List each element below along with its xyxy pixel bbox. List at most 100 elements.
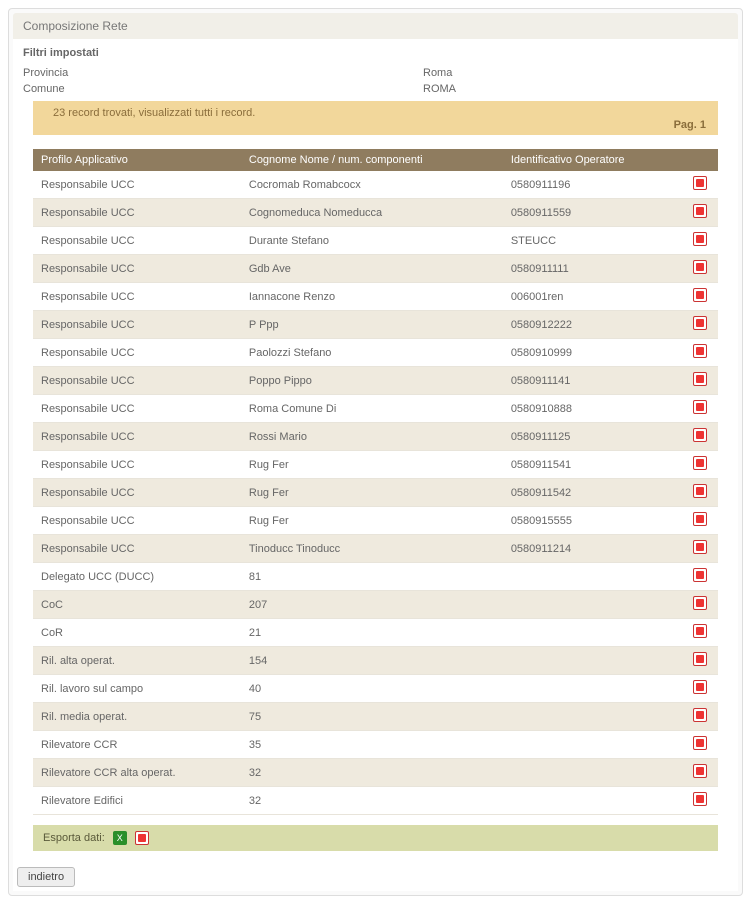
pdf-icon[interactable] [693,792,707,806]
pdf-icon[interactable] [693,288,707,302]
pdf-icon[interactable] [693,400,707,414]
cell-profile: Responsabile UCC [33,283,241,311]
cell-profile: Responsabile UCC [33,423,241,451]
cell-action [682,647,718,675]
pdf-icon[interactable] [693,764,707,778]
cell-action [682,423,718,451]
cell-profile: Responsabile UCC [33,507,241,535]
table-row: Responsabile UCCTinoducc Tinoducc0580911… [33,535,718,563]
cell-id [503,787,682,815]
cell-action [682,479,718,507]
table-row: CoC207 [33,591,718,619]
table-row: Responsabile UCCDurante StefanoSTEUCC [33,227,718,255]
filter-row: ComuneROMA [23,81,728,97]
table-row: CoR21 [33,619,718,647]
pdf-icon[interactable] [693,652,707,666]
cell-profile: Responsabile UCC [33,367,241,395]
table-row: Responsabile UCCP Ppp0580912222 [33,311,718,339]
back-button[interactable]: indietro [17,867,75,887]
cell-action [682,787,718,815]
cell-id: 0580911214 [503,535,682,563]
cell-profile: CoR [33,619,241,647]
col-header-profile: Profilo Applicativo [33,149,241,171]
cell-profile: Responsabile UCC [33,535,241,563]
pdf-icon[interactable] [693,736,707,750]
cell-id: 0580912222 [503,311,682,339]
cell-id: 0580911111 [503,255,682,283]
pdf-icon[interactable] [693,344,707,358]
cell-profile: Responsabile UCC [33,339,241,367]
pdf-icon[interactable] [693,204,707,218]
cell-name: 81 [241,563,503,591]
table-row: Delegato UCC (DUCC)81 [33,563,718,591]
filter-label: Comune [23,83,423,95]
cell-action [682,591,718,619]
table-row: Ril. alta operat.154 [33,647,718,675]
cell-profile: CoC [33,591,241,619]
pdf-icon[interactable] [693,708,707,722]
pdf-icon[interactable] [693,540,707,554]
cell-name: 21 [241,619,503,647]
pdf-icon[interactable] [693,568,707,582]
cell-profile: Responsabile UCC [33,311,241,339]
table-row: Responsabile UCCCocromab Romabcocx058091… [33,171,718,199]
cell-name: 154 [241,647,503,675]
table-row: Ril. lavoro sul campo40 [33,675,718,703]
cell-id: 0580911541 [503,451,682,479]
pdf-icon[interactable] [693,176,707,190]
table-row: Responsabile UCCPaolozzi Stefano05809109… [33,339,718,367]
cell-name: Tinoducc Tinoducc [241,535,503,563]
pdf-icon[interactable] [693,232,707,246]
cell-action [682,731,718,759]
cell-profile: Responsabile UCC [33,199,241,227]
export-xls-icon[interactable]: X [113,831,127,845]
cell-profile: Responsabile UCC [33,255,241,283]
cell-name: Rug Fer [241,507,503,535]
cell-id [503,703,682,731]
filter-row: ProvinciaRoma [23,65,728,81]
cell-profile: Ril. lavoro sul campo [33,675,241,703]
cell-profile: Rilevatore Edifici [33,787,241,815]
cell-action [682,535,718,563]
table-row: Rilevatore CCR alta operat.32 [33,759,718,787]
cell-id: 0580911196 [503,171,682,199]
records-count-text: 23 record trovati, visualizzati tutti i … [53,107,255,119]
pager-label: Pag. 1 [674,119,706,131]
pdf-icon[interactable] [693,428,707,442]
pdf-icon[interactable] [693,484,707,498]
cell-action [682,199,718,227]
cell-name: Rossi Mario [241,423,503,451]
cell-profile: Responsabile UCC [33,451,241,479]
cell-id: 0580911141 [503,367,682,395]
cell-action [682,563,718,591]
filters-section: Filtri impostati ProvinciaRomaComuneROMA [13,39,738,101]
filters-heading: Filtri impostati [23,47,728,59]
cell-action [682,619,718,647]
cell-profile: Responsabile UCC [33,479,241,507]
export-pdf-icon[interactable] [135,831,149,845]
cell-profile: Responsabile UCC [33,227,241,255]
table-row: Ril. media operat.75 [33,703,718,731]
pdf-icon[interactable] [693,596,707,610]
records-summary-bar: 23 record trovati, visualizzati tutti i … [33,101,718,135]
pdf-icon[interactable] [693,372,707,386]
cell-name: Gdb Ave [241,255,503,283]
cell-action [682,759,718,787]
cell-action [682,367,718,395]
table-row: Responsabile UCCCognomeduca Nomeducca058… [33,199,718,227]
cell-action [682,311,718,339]
table-row: Responsabile UCCRug Fer0580911542 [33,479,718,507]
pdf-icon[interactable] [693,624,707,638]
export-label: Esporta dati: [43,832,105,844]
cell-name: Rug Fer [241,479,503,507]
pdf-icon[interactable] [693,260,707,274]
pdf-icon[interactable] [693,456,707,470]
pdf-icon[interactable] [693,316,707,330]
cell-name: Rug Fer [241,451,503,479]
cell-name: Paolozzi Stefano [241,339,503,367]
pdf-icon[interactable] [693,680,707,694]
table-row: Responsabile UCCPoppo Pippo0580911141 [33,367,718,395]
cell-name: Roma Comune Di [241,395,503,423]
pdf-icon[interactable] [693,512,707,526]
cell-action [682,227,718,255]
